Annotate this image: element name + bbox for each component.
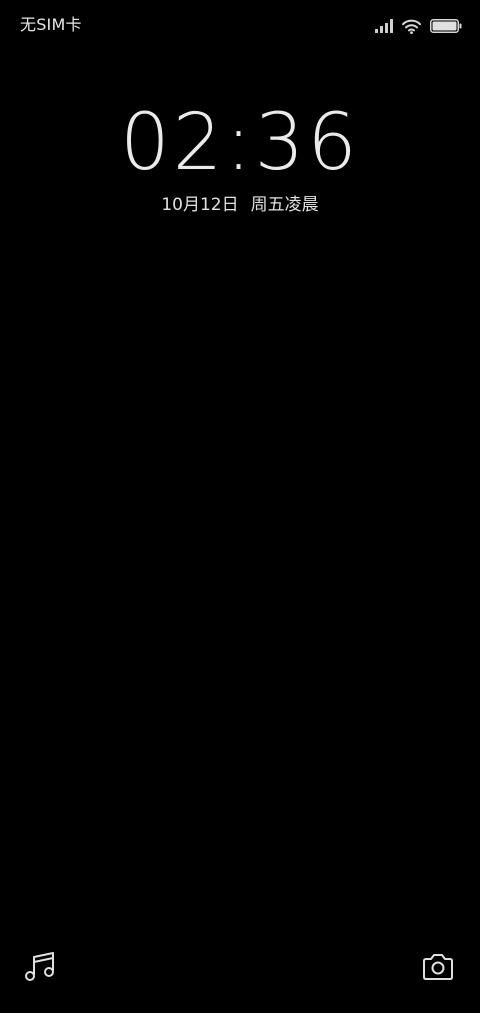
carrier-label: 无SIM卡 [20, 15, 82, 34]
clock-time: 02:36 [120, 98, 360, 188]
date-row: 10月12日 周五凌晨 [0, 193, 480, 217]
camera-icon [421, 952, 455, 986]
battery-icon [430, 19, 462, 33]
weekday-label: 周五凌晨 [250, 195, 319, 215]
status-bar: 无SIM卡 [0, 0, 480, 52]
date-label: 10月12日 [161, 195, 239, 215]
music-icon [23, 950, 57, 988]
signal-icon [375, 19, 393, 33]
camera-shortcut[interactable] [418, 949, 458, 989]
lock-clock-area: 02:36 10月12日 周五凌晨 [0, 95, 480, 217]
music-shortcut[interactable] [20, 949, 60, 989]
wifi-icon [402, 19, 421, 34]
status-icons [375, 16, 462, 36]
